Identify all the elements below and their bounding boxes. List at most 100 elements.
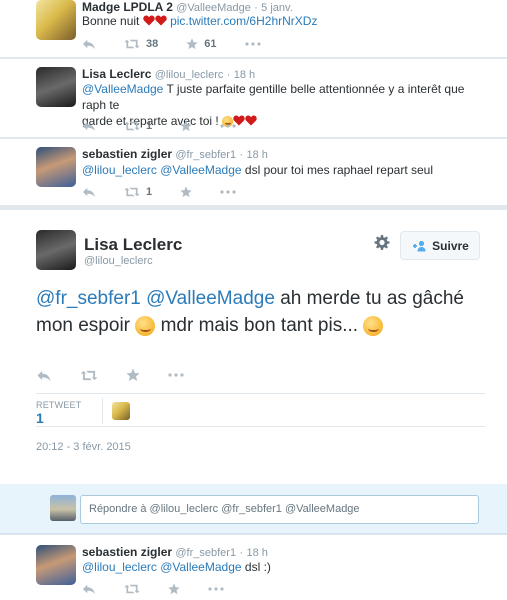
tweet-actions — [82, 581, 252, 597]
tweet-header: sebastien zigler @fr_sebfer1 · 18 h — [82, 545, 268, 559]
avatar[interactable] — [36, 67, 76, 107]
tweet-time[interactable]: 18 h — [246, 149, 267, 161]
retweet-icon — [80, 369, 98, 382]
author-name[interactable]: Madge LPDLA 2 — [82, 0, 173, 14]
tweet-text: @lilou_leclerc @ValleeMadge dsl :) — [82, 559, 491, 575]
more-icon — [220, 190, 236, 194]
avatar[interactable] — [36, 230, 76, 270]
retweet-button[interactable]: 1 — [124, 186, 152, 198]
separator-dot: · — [239, 149, 244, 161]
author-handle[interactable]: @fr_sebfer1 — [175, 149, 236, 161]
mention-link[interactable]: @ValleeMadge — [82, 82, 163, 96]
separator-dot: · — [226, 69, 231, 81]
reply-button[interactable] — [82, 186, 96, 198]
reply-bar: Répondre à @lilou_leclerc @fr_sebfer1 @V… — [0, 484, 507, 534]
author-name[interactable]: sebastien zigler — [82, 545, 172, 559]
tweet-header: sebastien zigler @fr_sebfer1 · 18 h — [82, 147, 268, 161]
tweet-date: 20:12 - 3 févr. 2015 — [36, 441, 131, 453]
tweet-actions: 1 — [82, 184, 264, 200]
retweet-stat-label: RETWEET — [36, 400, 82, 410]
author-handle[interactable]: @fr_sebfer1 — [175, 547, 236, 559]
gear-button[interactable] — [374, 235, 390, 254]
more-button[interactable] — [168, 373, 184, 377]
author-handle[interactable]: @lilou_leclerc — [155, 69, 224, 81]
more-button[interactable] — [220, 190, 236, 194]
reply-icon — [82, 583, 96, 595]
avatar[interactable] — [36, 147, 76, 187]
retweet-stat-count[interactable]: 1 — [36, 410, 44, 426]
retweet-button[interactable]: 38 — [124, 38, 158, 50]
retweeter-avatar[interactable] — [112, 402, 130, 420]
reply-button[interactable] — [82, 38, 96, 50]
follow-button[interactable]: Suivre — [400, 231, 480, 260]
avatar[interactable] — [36, 545, 76, 585]
reply-button[interactable] — [82, 120, 96, 132]
reply-input[interactable]: Répondre à @lilou_leclerc @fr_sebfer1 @V… — [80, 495, 479, 524]
tweet-text-body: Bonne nuit — [82, 14, 140, 28]
author-handle[interactable]: @lilou_leclerc — [84, 255, 153, 267]
more-button[interactable] — [208, 587, 224, 591]
retweet-button[interactable] — [80, 369, 98, 382]
mention-links[interactable]: @lilou_leclerc @ValleeMadge — [82, 163, 242, 177]
favorite-button[interactable] — [126, 368, 140, 382]
retweet-button[interactable] — [124, 583, 140, 595]
tweet-madge[interactable]: Madge LPDLA 2 @ValleeMadge · 5 janv. Bon… — [0, 0, 507, 58]
favorite-button[interactable] — [180, 120, 192, 132]
tweet-header: Lisa Leclerc @lilou_leclerc · 18 h — [82, 67, 255, 81]
retweet-icon — [124, 120, 140, 132]
retweet-icon — [124, 583, 140, 595]
retweet-count: 38 — [146, 38, 159, 50]
favorite-icon — [186, 38, 198, 50]
favorite-button[interactable] — [168, 583, 180, 595]
follow-icon — [413, 240, 426, 251]
heart-emoji-icon — [143, 15, 155, 26]
mention-links[interactable]: @fr_sebfer1 @ValleeMadge — [36, 288, 275, 309]
favorite-button[interactable] — [180, 186, 192, 198]
retweet-count: 1 — [146, 120, 153, 132]
main-text-part2: mdr mais bon tant pis... — [160, 315, 359, 336]
more-button[interactable] — [220, 124, 236, 128]
tweet-sebastien-reply[interactable]: sebastien zigler @fr_sebfer1 · 18 h @lil… — [0, 535, 507, 600]
retweet-icon — [124, 186, 140, 198]
tweet-time[interactable]: 18 h — [246, 547, 267, 559]
heart-emoji-icon — [155, 15, 167, 26]
more-icon — [245, 42, 261, 46]
more-button[interactable] — [245, 42, 261, 46]
separator-dot: · — [239, 547, 244, 559]
tweet-sebastien[interactable]: sebastien zigler @fr_sebfer1 · 18 h @lil… — [0, 139, 507, 206]
author-name[interactable]: Lisa Leclerc — [84, 235, 182, 255]
more-icon — [168, 373, 184, 377]
author-name[interactable]: sebastien zigler — [82, 147, 172, 161]
favorite-icon — [180, 120, 192, 132]
favorite-icon — [180, 186, 192, 198]
author-name[interactable]: Lisa Leclerc — [82, 67, 151, 81]
reply-button[interactable] — [82, 583, 96, 595]
retweet-count: 1 — [146, 186, 153, 198]
my-avatar — [50, 495, 76, 521]
more-icon — [220, 124, 236, 128]
media-link[interactable]: pic.twitter.com/6H2hrNrXDz — [170, 14, 317, 28]
reply-icon — [36, 369, 52, 382]
tweet-text: Bonne nuit pic.twitter.com/6H2hrNrXDz — [82, 13, 491, 29]
favorite-icon — [126, 368, 140, 382]
retweet-button[interactable]: 1 — [124, 120, 152, 132]
stats-divider — [102, 398, 103, 424]
main-tweet-actions — [36, 368, 212, 382]
tweet-text-body: dsl :) — [244, 560, 271, 574]
tweet-actions: 38 61 — [82, 36, 289, 52]
smile-emoji-icon — [363, 315, 384, 336]
more-icon — [208, 587, 224, 591]
tweet-header: Madge LPDLA 2 @ValleeMadge · 5 janv. — [82, 0, 293, 14]
mention-links[interactable]: @lilou_leclerc @ValleeMadge — [82, 560, 242, 574]
avatar[interactable] — [36, 0, 76, 40]
tweet-actions: 1 — [82, 118, 264, 134]
tweet-lisa-reply[interactable]: Lisa Leclerc @lilou_leclerc · 18 h @Vall… — [0, 59, 507, 138]
tweet-time[interactable]: 18 h — [234, 69, 255, 81]
tweet-stats: RETWEET 1 — [36, 393, 485, 427]
reply-icon — [82, 120, 96, 132]
retweet-icon — [124, 38, 140, 50]
reply-button[interactable] — [36, 369, 52, 382]
favorite-button[interactable]: 61 — [186, 38, 217, 50]
smile-emoji-icon — [135, 315, 156, 336]
follow-label: Suivre — [432, 238, 469, 253]
